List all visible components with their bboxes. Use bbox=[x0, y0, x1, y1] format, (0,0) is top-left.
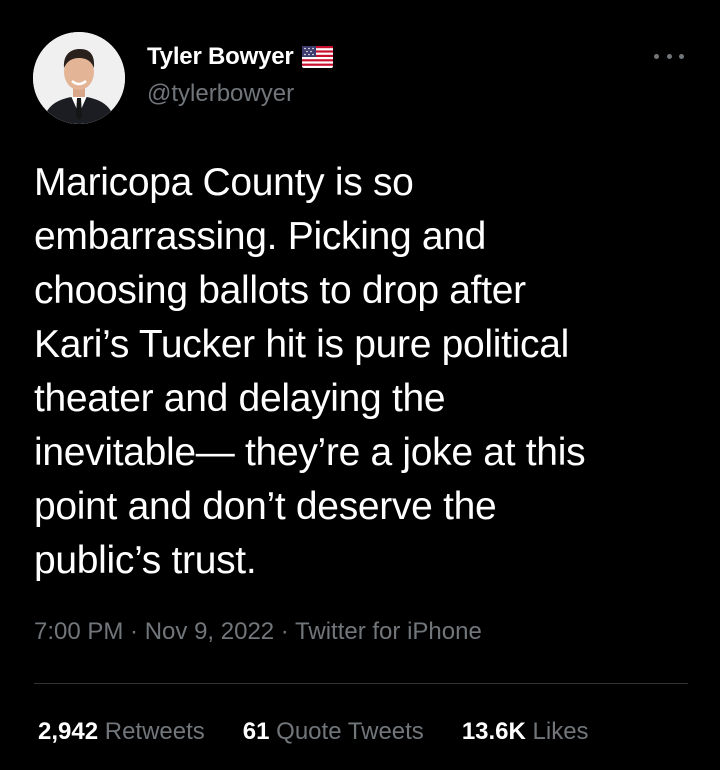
likes-label: Likes bbox=[532, 718, 589, 745]
tweet-text-line: theater and delaying the bbox=[34, 377, 446, 420]
tweet-date[interactable]: Nov 9, 2022 bbox=[145, 618, 274, 645]
tweet-meta: 7:00 PM · Nov 9, 2022 · Twitter for iPho… bbox=[34, 618, 482, 646]
tweet-source[interactable]: Twitter for iPhone bbox=[295, 618, 482, 645]
us-flag-icon bbox=[301, 46, 333, 68]
tweet-time[interactable]: 7:00 PM bbox=[34, 618, 123, 645]
tweet-text-line: choosing ballots to drop after bbox=[34, 269, 526, 312]
author-name-row: Tyler Bowyer bbox=[147, 42, 333, 72]
tweet-card: Tyler Bowyer @tylerbowyer Maricopa Count… bbox=[0, 0, 720, 770]
tweet-text-line: Kari’s Tucker hit is pure political bbox=[34, 323, 570, 366]
meta-separator: · bbox=[274, 618, 296, 645]
author-display-name[interactable]: Tyler Bowyer bbox=[147, 43, 294, 71]
avatar-image bbox=[33, 32, 125, 124]
quote-tweets-count: 61 bbox=[242, 718, 270, 745]
more-options-icon[interactable] bbox=[652, 44, 686, 68]
author-handle[interactable]: @tylerbowyer bbox=[147, 80, 294, 108]
more-dot bbox=[654, 53, 659, 59]
avatar[interactable] bbox=[33, 32, 125, 124]
quote-tweets-label: Quote Tweets bbox=[276, 718, 424, 745]
tweet-text-line: embarrassing. Picking and bbox=[34, 215, 487, 258]
quote-tweets-stat[interactable]: 61 Quote Tweets bbox=[243, 718, 424, 746]
retweets-label: Retweets bbox=[104, 718, 205, 745]
tweet-text-line: public’s trust. bbox=[34, 539, 257, 582]
more-dot bbox=[679, 53, 684, 59]
tweet-text-line: Maricopa County is so bbox=[34, 161, 414, 204]
retweets-stat[interactable]: 2,942 Retweets bbox=[38, 718, 205, 746]
meta-separator: · bbox=[123, 618, 145, 645]
tweet-text-line: point and don’t deserve the bbox=[34, 485, 497, 528]
tweet-text-line: inevitable— they’re a joke at this bbox=[34, 431, 586, 474]
likes-stat[interactable]: 13.6K Likes bbox=[462, 718, 589, 746]
tweet-stats: 2,942 Retweets 61 Quote Tweets 13.6K Lik… bbox=[38, 718, 627, 746]
more-dot bbox=[666, 53, 672, 59]
divider bbox=[34, 683, 688, 684]
likes-count: 13.6K bbox=[461, 718, 526, 745]
tweet-text: Maricopa County is so embarrassing. Pick… bbox=[34, 156, 694, 588]
retweets-count: 2,942 bbox=[38, 718, 99, 745]
